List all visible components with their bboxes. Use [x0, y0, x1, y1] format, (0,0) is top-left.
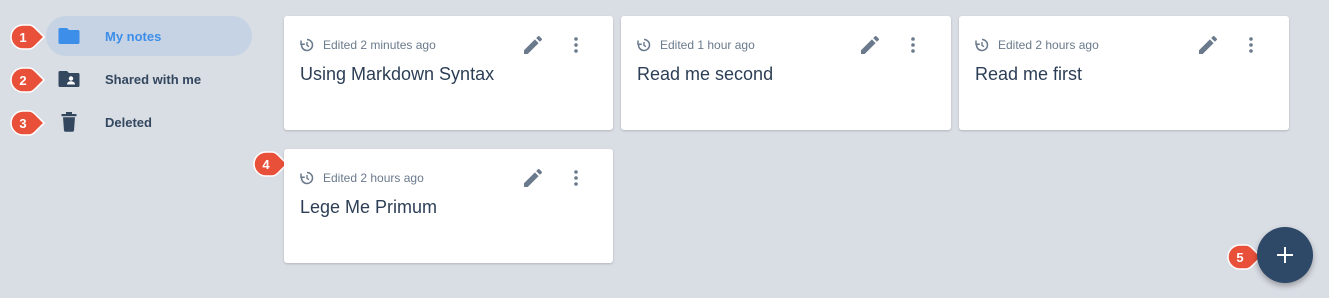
sidebar-item-my-notes[interactable]: My notes	[46, 16, 252, 56]
more-options-button[interactable]	[1240, 34, 1262, 56]
more-options-button[interactable]	[902, 34, 924, 56]
shared-folder-icon	[58, 69, 80, 89]
callout-badge-1: 1	[10, 24, 46, 50]
note-edited-time: Edited 2 minutes ago	[323, 38, 436, 52]
edit-button[interactable]	[522, 34, 544, 56]
add-note-button[interactable]	[1257, 227, 1313, 283]
sidebar-item-label: Shared with me	[105, 71, 202, 87]
sidebar-item-label: My notes	[105, 28, 162, 44]
pencil-icon	[1199, 36, 1217, 54]
sidebar-item-shared-with-me[interactable]: Shared with me	[46, 59, 252, 99]
note-title[interactable]: Read me second	[637, 64, 773, 85]
note-card[interactable]: Edited 2 hours ago Lege Me Primum	[284, 149, 613, 263]
note-title[interactable]: Read me first	[975, 64, 1082, 85]
edit-button[interactable]	[1197, 34, 1219, 56]
edit-button[interactable]	[522, 167, 544, 189]
sidebar-item-label: Deleted	[105, 114, 152, 130]
note-card[interactable]: Edited 1 hour ago Read me second	[621, 16, 951, 130]
history-icon	[975, 38, 989, 52]
more-vert-icon	[1249, 37, 1253, 53]
note-meta: Edited 2 hours ago	[300, 171, 424, 185]
trash-icon	[58, 112, 80, 132]
note-edited-time: Edited 1 hour ago	[660, 38, 755, 52]
pencil-icon	[861, 36, 879, 54]
more-options-button[interactable]	[565, 167, 587, 189]
more-options-button[interactable]	[565, 34, 587, 56]
sidebar-item-deleted[interactable]: Deleted	[46, 102, 252, 142]
history-icon	[637, 38, 651, 52]
note-card[interactable]: Edited 2 minutes ago Using Markdown Synt…	[284, 16, 613, 130]
note-edited-time: Edited 2 hours ago	[323, 171, 424, 185]
pencil-icon	[524, 36, 542, 54]
history-icon	[300, 38, 314, 52]
edit-button[interactable]	[859, 34, 881, 56]
note-meta: Edited 2 minutes ago	[300, 38, 436, 52]
folder-icon	[58, 26, 80, 46]
note-title[interactable]: Lege Me Primum	[300, 197, 437, 218]
more-vert-icon	[574, 37, 578, 53]
note-meta: Edited 2 hours ago	[975, 38, 1099, 52]
more-vert-icon	[911, 37, 915, 53]
note-card[interactable]: Edited 2 hours ago Read me first	[959, 16, 1289, 130]
more-vert-icon	[574, 170, 578, 186]
plus-icon	[1277, 247, 1293, 263]
history-icon	[300, 171, 314, 185]
callout-badge-3: 3	[10, 110, 46, 136]
note-title[interactable]: Using Markdown Syntax	[300, 64, 494, 85]
callout-badge-2: 2	[10, 67, 46, 93]
pencil-icon	[524, 169, 542, 187]
note-edited-time: Edited 2 hours ago	[998, 38, 1099, 52]
note-meta: Edited 1 hour ago	[637, 38, 755, 52]
